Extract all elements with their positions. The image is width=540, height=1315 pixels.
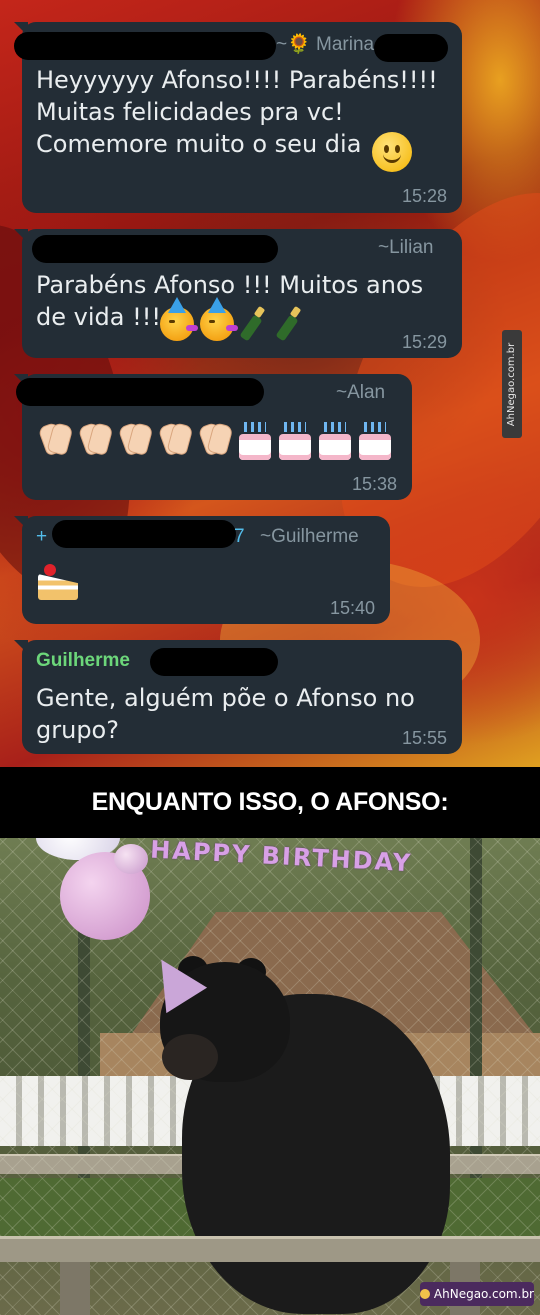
- sender-name[interactable]: ~Lilian: [378, 237, 433, 259]
- watermark-badge: AhNegao.com.br: [420, 1282, 534, 1306]
- bear-photo: HAPPY BIRTHDAY AhNegao.com.br: [0, 838, 540, 1315]
- message-bubble[interactable]: ~Alan 15:38: [14, 374, 412, 500]
- bench-leg: [60, 1262, 90, 1315]
- clapping-hands-icon: [116, 420, 154, 456]
- smiling-face-icon: [372, 132, 412, 172]
- bubble-tail: [14, 229, 28, 243]
- sender-phone-suffix: 7: [234, 526, 245, 547]
- bear-snout: [162, 1034, 218, 1080]
- redacted-phone: [16, 378, 264, 406]
- redacted-phone: [14, 32, 276, 60]
- message-time: 15:28: [402, 186, 448, 206]
- partying-face-icon: [200, 297, 238, 341]
- caption-text: ENQUANTO ISSO, O AFONSO:: [91, 788, 449, 816]
- meme-caption: ENQUANTO ISSO, O AFONSO:: [0, 767, 540, 838]
- watermark-text: AhNegao.com.br: [506, 342, 518, 426]
- champagne-bottle-icon: [240, 307, 270, 341]
- sender-name[interactable]: ~🌻 Marina: [276, 32, 374, 56]
- sender-name[interactable]: ~Alan: [336, 382, 385, 404]
- emoji-row: [36, 420, 394, 460]
- sender-phone-prefix: +: [36, 526, 48, 547]
- clapping-hands-icon: [196, 420, 234, 456]
- redacted-phone: [52, 520, 236, 548]
- message-time: 15:38: [352, 474, 398, 494]
- message-time: 15:29: [402, 332, 448, 352]
- partying-face-icon: [160, 297, 198, 341]
- watermark-logo-icon: [420, 1289, 430, 1299]
- message-bubble[interactable]: Guilherme Gente, alguém põe o Afonso no …: [14, 640, 462, 754]
- banner-text: HAPPY BIRTHDAY: [149, 838, 413, 878]
- chat-screenshot: AhNegao.com.br ~🌻 Marina Heyyyyyy Afonso…: [0, 0, 540, 767]
- message-time: 15:40: [330, 598, 376, 618]
- message-time: 15:55: [402, 728, 448, 748]
- birthday-cake-icon: [276, 420, 314, 460]
- message-bubble[interactable]: ~Lilian Parabéns Afonso !!! Muitos anos …: [14, 229, 462, 358]
- redacted-phone: [32, 235, 278, 263]
- bubble-tail: [14, 640, 28, 654]
- emoji-row: [160, 297, 306, 341]
- champagne-bottle-icon: [276, 307, 306, 341]
- sender-name[interactable]: Guilherme: [36, 650, 130, 672]
- birthday-cake-icon: [236, 420, 274, 460]
- message-bubble[interactable]: ~🌻 Marina Heyyyyyy Afonso!!!! Parabéns!!…: [14, 22, 462, 213]
- balloon-icon: [114, 844, 148, 874]
- birthday-cake-icon: [316, 420, 354, 460]
- watermark-vertical: AhNegao.com.br: [502, 330, 522, 438]
- sender-name[interactable]: ~Guilherme: [260, 526, 359, 548]
- shortcake-icon: [36, 562, 82, 604]
- message-text: Gente, alguém põe o Afonso no grupo?: [36, 684, 415, 744]
- clapping-hands-icon: [76, 420, 114, 456]
- bubble-tail: [14, 516, 28, 530]
- clapping-hands-icon: [36, 420, 74, 456]
- bench-seat: [0, 1236, 540, 1262]
- clapping-hands-icon: [156, 420, 194, 456]
- redacted-phone: [374, 34, 448, 62]
- watermark-text: AhNegao.com.br: [433, 1287, 534, 1301]
- message-bubble[interactable]: + 7 ~Guilherme 15:40: [14, 516, 390, 624]
- redacted-phone: [150, 648, 278, 676]
- birthday-cake-icon: [356, 420, 394, 460]
